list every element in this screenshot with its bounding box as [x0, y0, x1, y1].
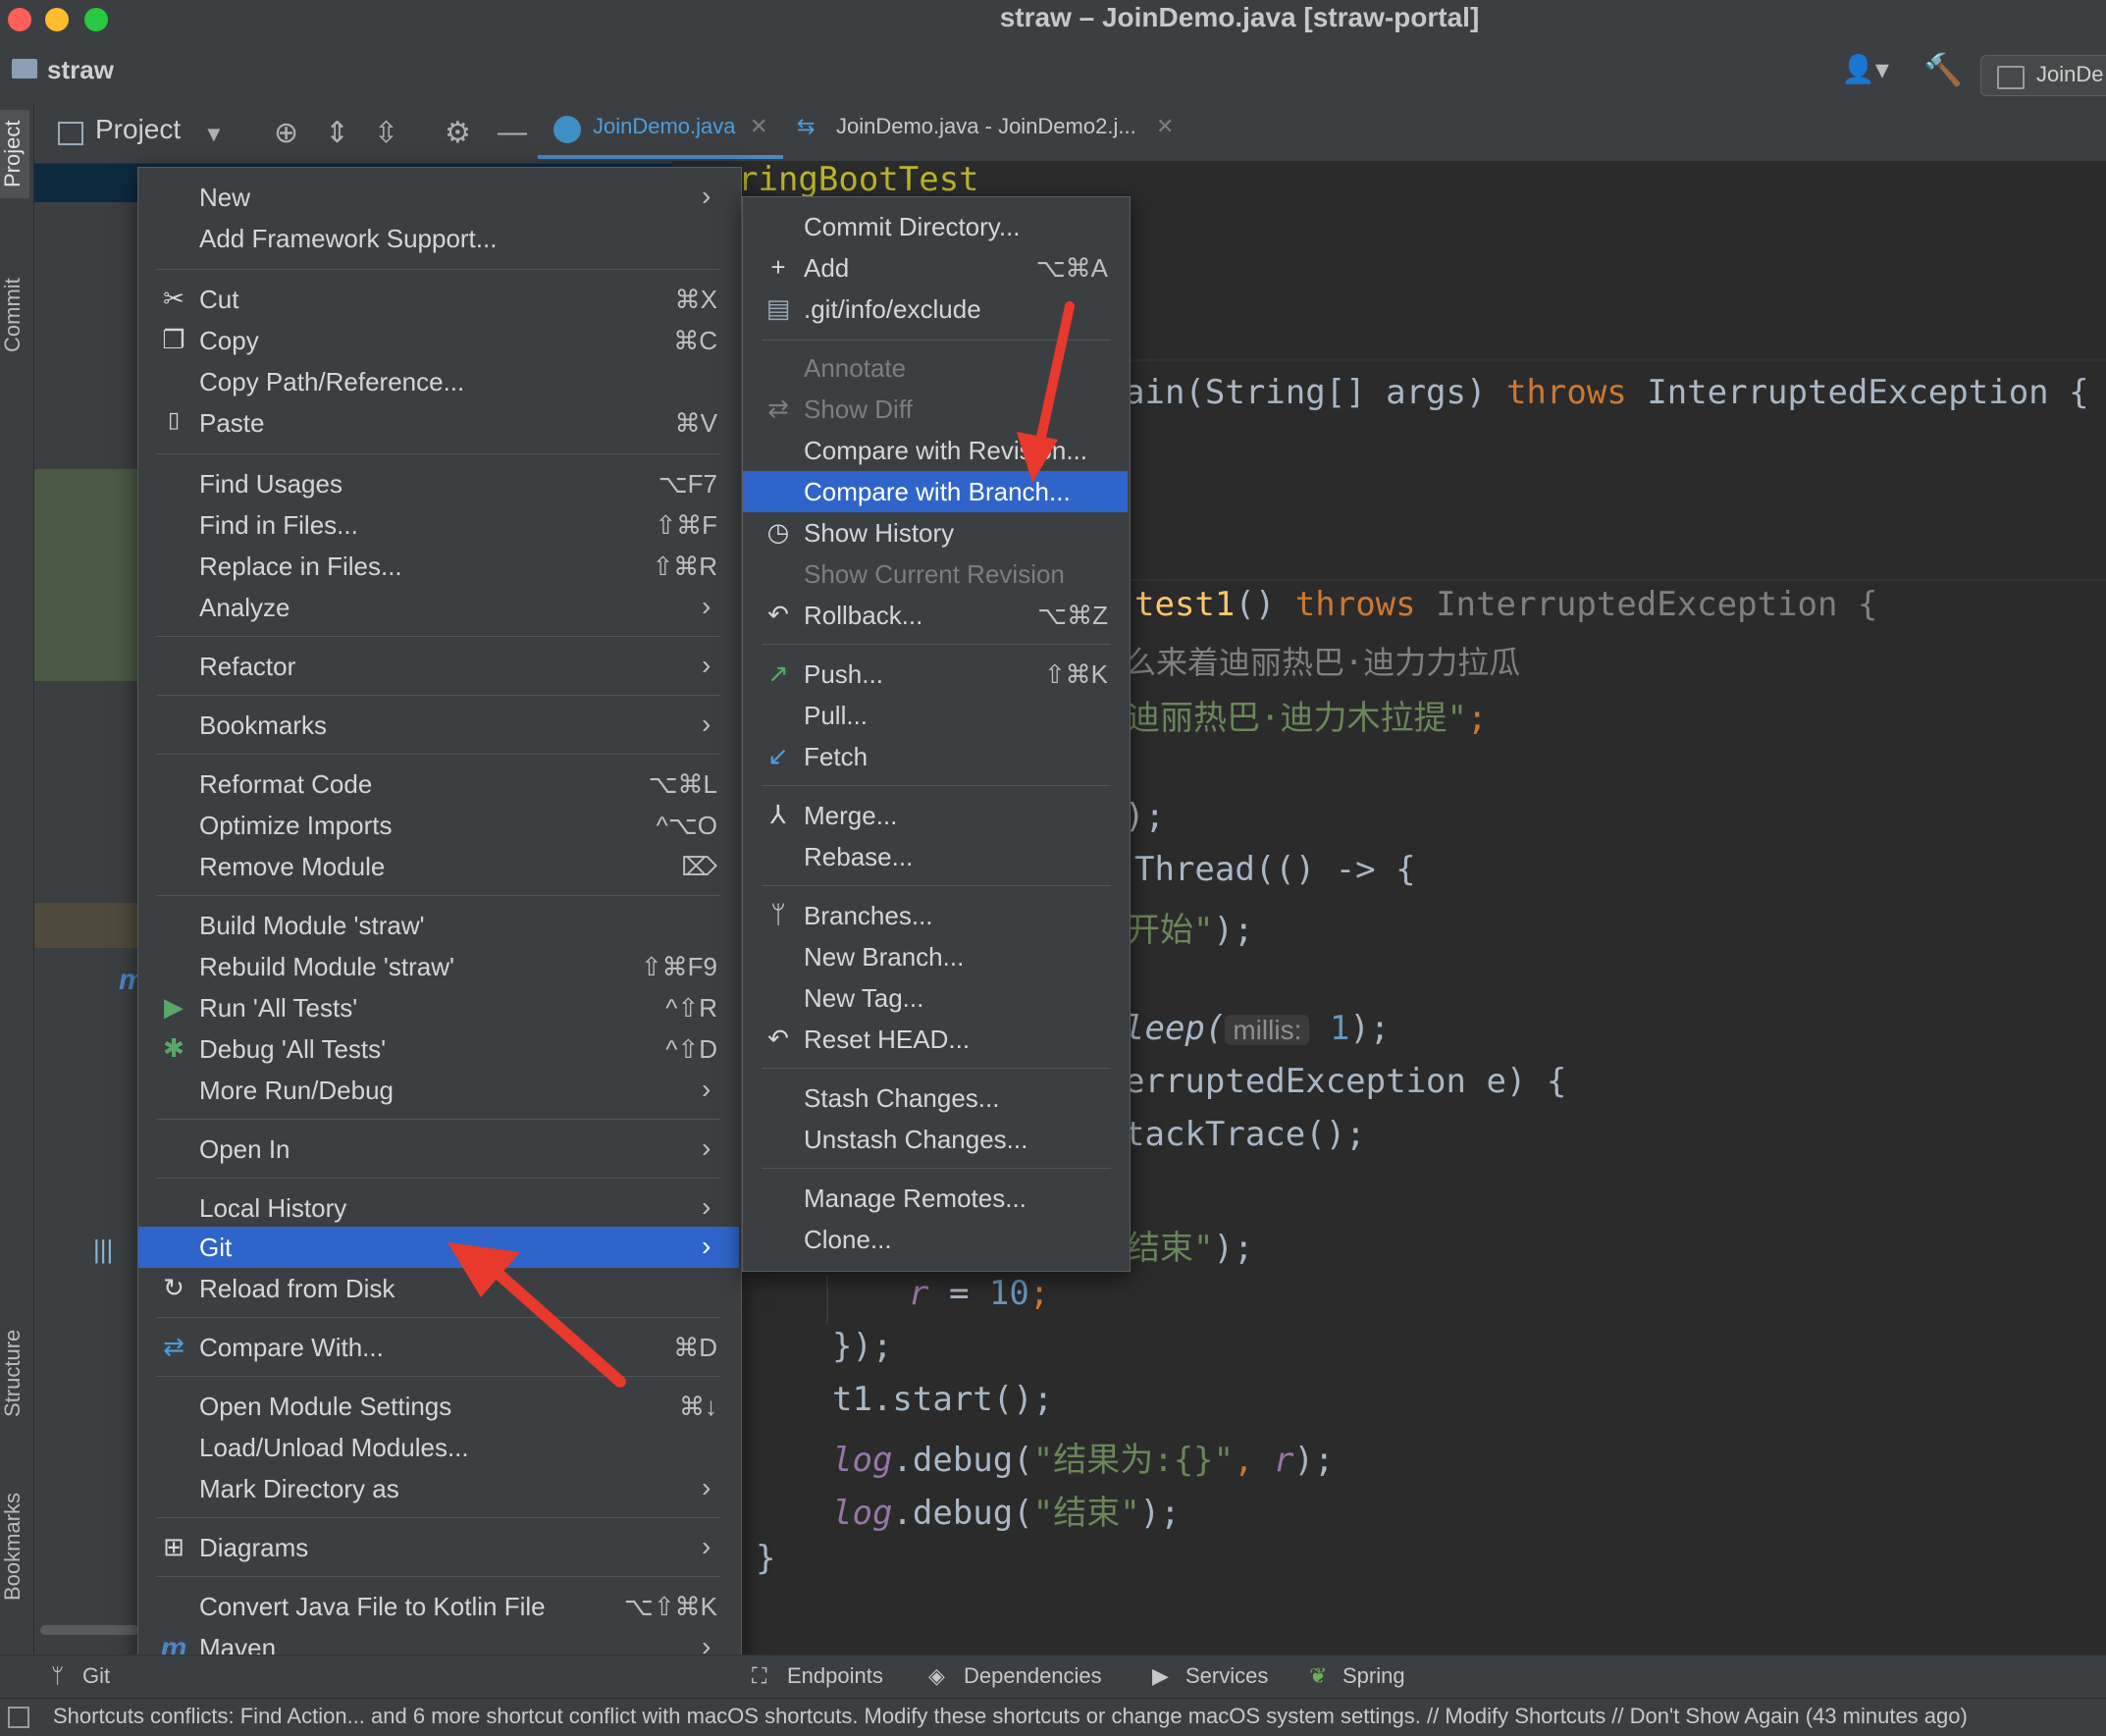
status-bar: Shortcuts conflicts: Find Action... and … [0, 1698, 2106, 1736]
annotation-arrows [448, 301, 1075, 1388]
arrow-to-compare-with-branch [1017, 301, 1075, 483]
tool-dependencies[interactable]: Dependencies [964, 1663, 1102, 1689]
services-icon: ▶ [1152, 1663, 1169, 1688]
tool-git[interactable]: Git [82, 1663, 110, 1689]
toggle-tool-windows-icon[interactable] [8, 1707, 29, 1728]
spring-leaf-icon: ❦ [1309, 1663, 1328, 1688]
arrow-to-git [448, 1242, 626, 1388]
tool-endpoints[interactable]: Endpoints [787, 1663, 883, 1689]
dependencies-icon: ◈ [928, 1663, 945, 1688]
endpoints-icon: ⛶ [752, 1663, 767, 1688]
status-message[interactable]: Shortcuts conflicts: Find Action... and … [53, 1704, 1968, 1729]
tool-services[interactable]: Services [1185, 1663, 1268, 1689]
branch-icon: ᛘ [51, 1663, 65, 1688]
bottom-tool-bar: ᛘ Git ⛶ Endpoints ◈ Dependencies ▶ Servi… [0, 1655, 2106, 1699]
tool-spring[interactable]: Spring [1343, 1663, 1405, 1689]
